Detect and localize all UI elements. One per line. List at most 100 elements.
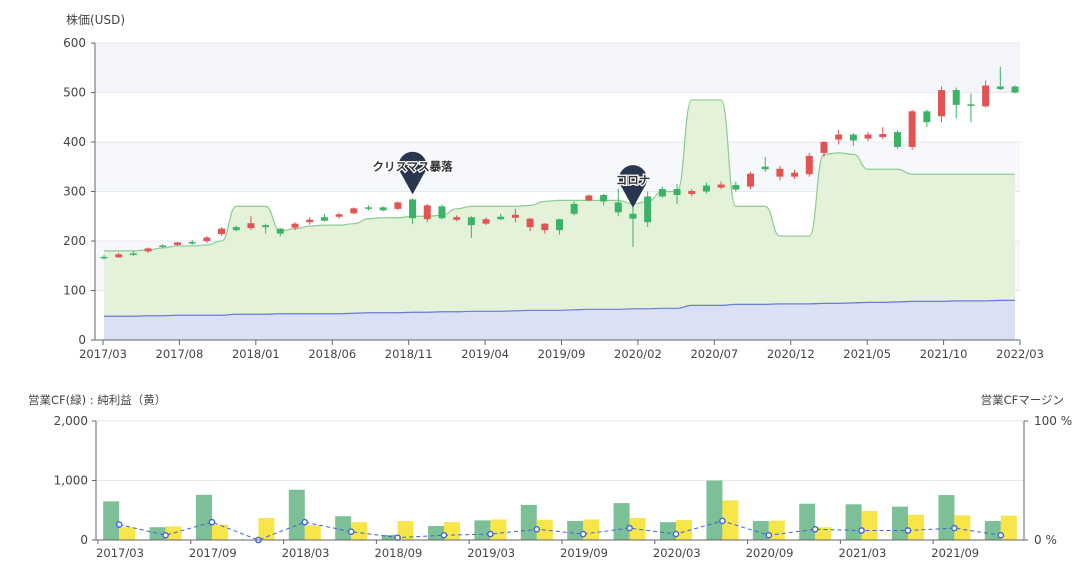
candle-body <box>879 134 887 138</box>
operating-cf-bar <box>103 501 120 540</box>
candle-body <box>688 191 696 194</box>
price-y-tick-label: 0 <box>78 333 86 347</box>
candle-body <box>276 228 284 234</box>
margin-point <box>765 531 773 539</box>
candle-body <box>732 185 740 190</box>
cashflow-x-tick-label: 2018/09 <box>375 546 423 560</box>
candle-body <box>908 111 916 147</box>
candle-body <box>497 216 505 220</box>
candle-body <box>203 237 211 241</box>
candle-body <box>438 206 446 219</box>
price-x-tick-label: 2019/09 <box>538 347 586 361</box>
operating-cf-bar <box>520 504 537 540</box>
margin-point <box>997 531 1005 539</box>
candle-body <box>717 184 725 188</box>
margin-point <box>301 518 309 526</box>
candle-body <box>556 219 563 231</box>
margin-point <box>347 528 355 535</box>
cashflow-x-tick-label: 2020/09 <box>746 546 794 560</box>
net-income-bar <box>490 519 507 540</box>
margin-y-tick-label: 100 % <box>1034 414 1072 428</box>
price-x-tick-label: 2022/03 <box>996 347 1044 361</box>
cashflow-x-tick-label: 2018/03 <box>282 546 330 560</box>
candle-body <box>394 202 402 209</box>
candle-body <box>115 254 123 258</box>
cashflow-x-tick-label: 2020/03 <box>653 546 701 560</box>
event-label: コロナ <box>616 173 651 187</box>
price-y-tick-label: 300 <box>63 185 86 199</box>
price-x-tick-label: 2021/05 <box>843 347 891 361</box>
candle-body <box>320 217 328 221</box>
candle-body <box>467 217 475 226</box>
candle-body <box>982 85 990 107</box>
candle-body <box>364 207 372 209</box>
candle-body <box>173 242 181 245</box>
candle-body <box>291 223 299 228</box>
candle-body <box>805 155 813 175</box>
net-income-bar <box>583 519 600 540</box>
operating-cf-bar <box>938 495 955 540</box>
margin-point <box>115 521 123 528</box>
cashflow-x-tick-label: 2017/09 <box>189 546 237 560</box>
net-income-bar <box>212 524 228 540</box>
operating-cf-bar <box>567 520 584 540</box>
margin-point <box>579 530 587 538</box>
price-x-tick-label: 2019/04 <box>461 347 509 361</box>
operating-cf-bar <box>660 522 676 540</box>
margin-point <box>162 531 169 539</box>
operating-cf-bar <box>335 516 352 540</box>
candle-body <box>129 253 137 255</box>
margin-point <box>672 530 680 538</box>
candle-body <box>658 189 666 197</box>
candle-body <box>453 217 461 220</box>
candle-body <box>350 208 358 214</box>
price-x-tick-label: 2021/10 <box>920 347 968 361</box>
price-x-tick-label: 2018/06 <box>308 347 356 361</box>
margin-point <box>487 530 494 538</box>
candle-body <box>585 195 593 201</box>
margin-point <box>626 524 633 532</box>
operating-cf-bar <box>288 489 305 540</box>
cashflow-x-tick-label: 2019/09 <box>560 546 608 560</box>
cashflow-axis-title: 営業CF(緑) : 純利益（黄） <box>28 393 166 407</box>
candle-body <box>952 90 960 105</box>
price-y-tick-label: 200 <box>63 234 86 248</box>
net-income-bar <box>861 510 878 540</box>
price-y-tick-label: 600 <box>63 36 86 50</box>
cashflow-y-tick-label: 0 <box>80 533 88 547</box>
margin-point <box>951 524 958 532</box>
price-y-tick-label: 100 <box>63 284 86 298</box>
candle-body <box>335 214 343 217</box>
cashflow-x-tick-label: 2019/03 <box>467 546 515 560</box>
cashflow-gridlines <box>96 420 1024 481</box>
candle-body <box>482 219 490 224</box>
margin-point <box>533 525 541 533</box>
candle-body <box>232 227 240 231</box>
margin-point <box>440 531 448 539</box>
event-label: クリスマス暴落 <box>372 159 453 173</box>
operating-cf-bar <box>196 494 212 540</box>
candle-body <box>864 134 872 139</box>
price-x-tick-label: 2017/03 <box>79 347 127 361</box>
candle-body <box>526 218 534 228</box>
candle-body <box>541 223 549 231</box>
candle-body <box>761 166 769 170</box>
net-income-bar <box>908 514 924 540</box>
cashflow-y-tick-label: 2,000 <box>54 414 88 428</box>
candle-body <box>614 202 622 213</box>
candle-body <box>938 90 946 117</box>
candle-body <box>835 134 843 140</box>
operating-cf-bar <box>706 480 723 540</box>
cashflow-x-tick-label: 2021/09 <box>931 546 979 560</box>
operating-cf-bar <box>799 503 816 540</box>
net-income-bar <box>119 527 136 540</box>
candle-body <box>1011 86 1019 93</box>
candle-body <box>379 207 387 211</box>
candle-body <box>262 225 270 228</box>
candle-body <box>820 142 828 153</box>
candle-body <box>511 214 519 218</box>
chart-stage: 株価(USD) クリスマス暴落 コロナ 0 100 200 300 400 500 600 20… <box>0 0 1080 579</box>
price-band-bg <box>95 43 1020 93</box>
candle-body <box>423 205 431 220</box>
candle-body <box>409 199 417 219</box>
